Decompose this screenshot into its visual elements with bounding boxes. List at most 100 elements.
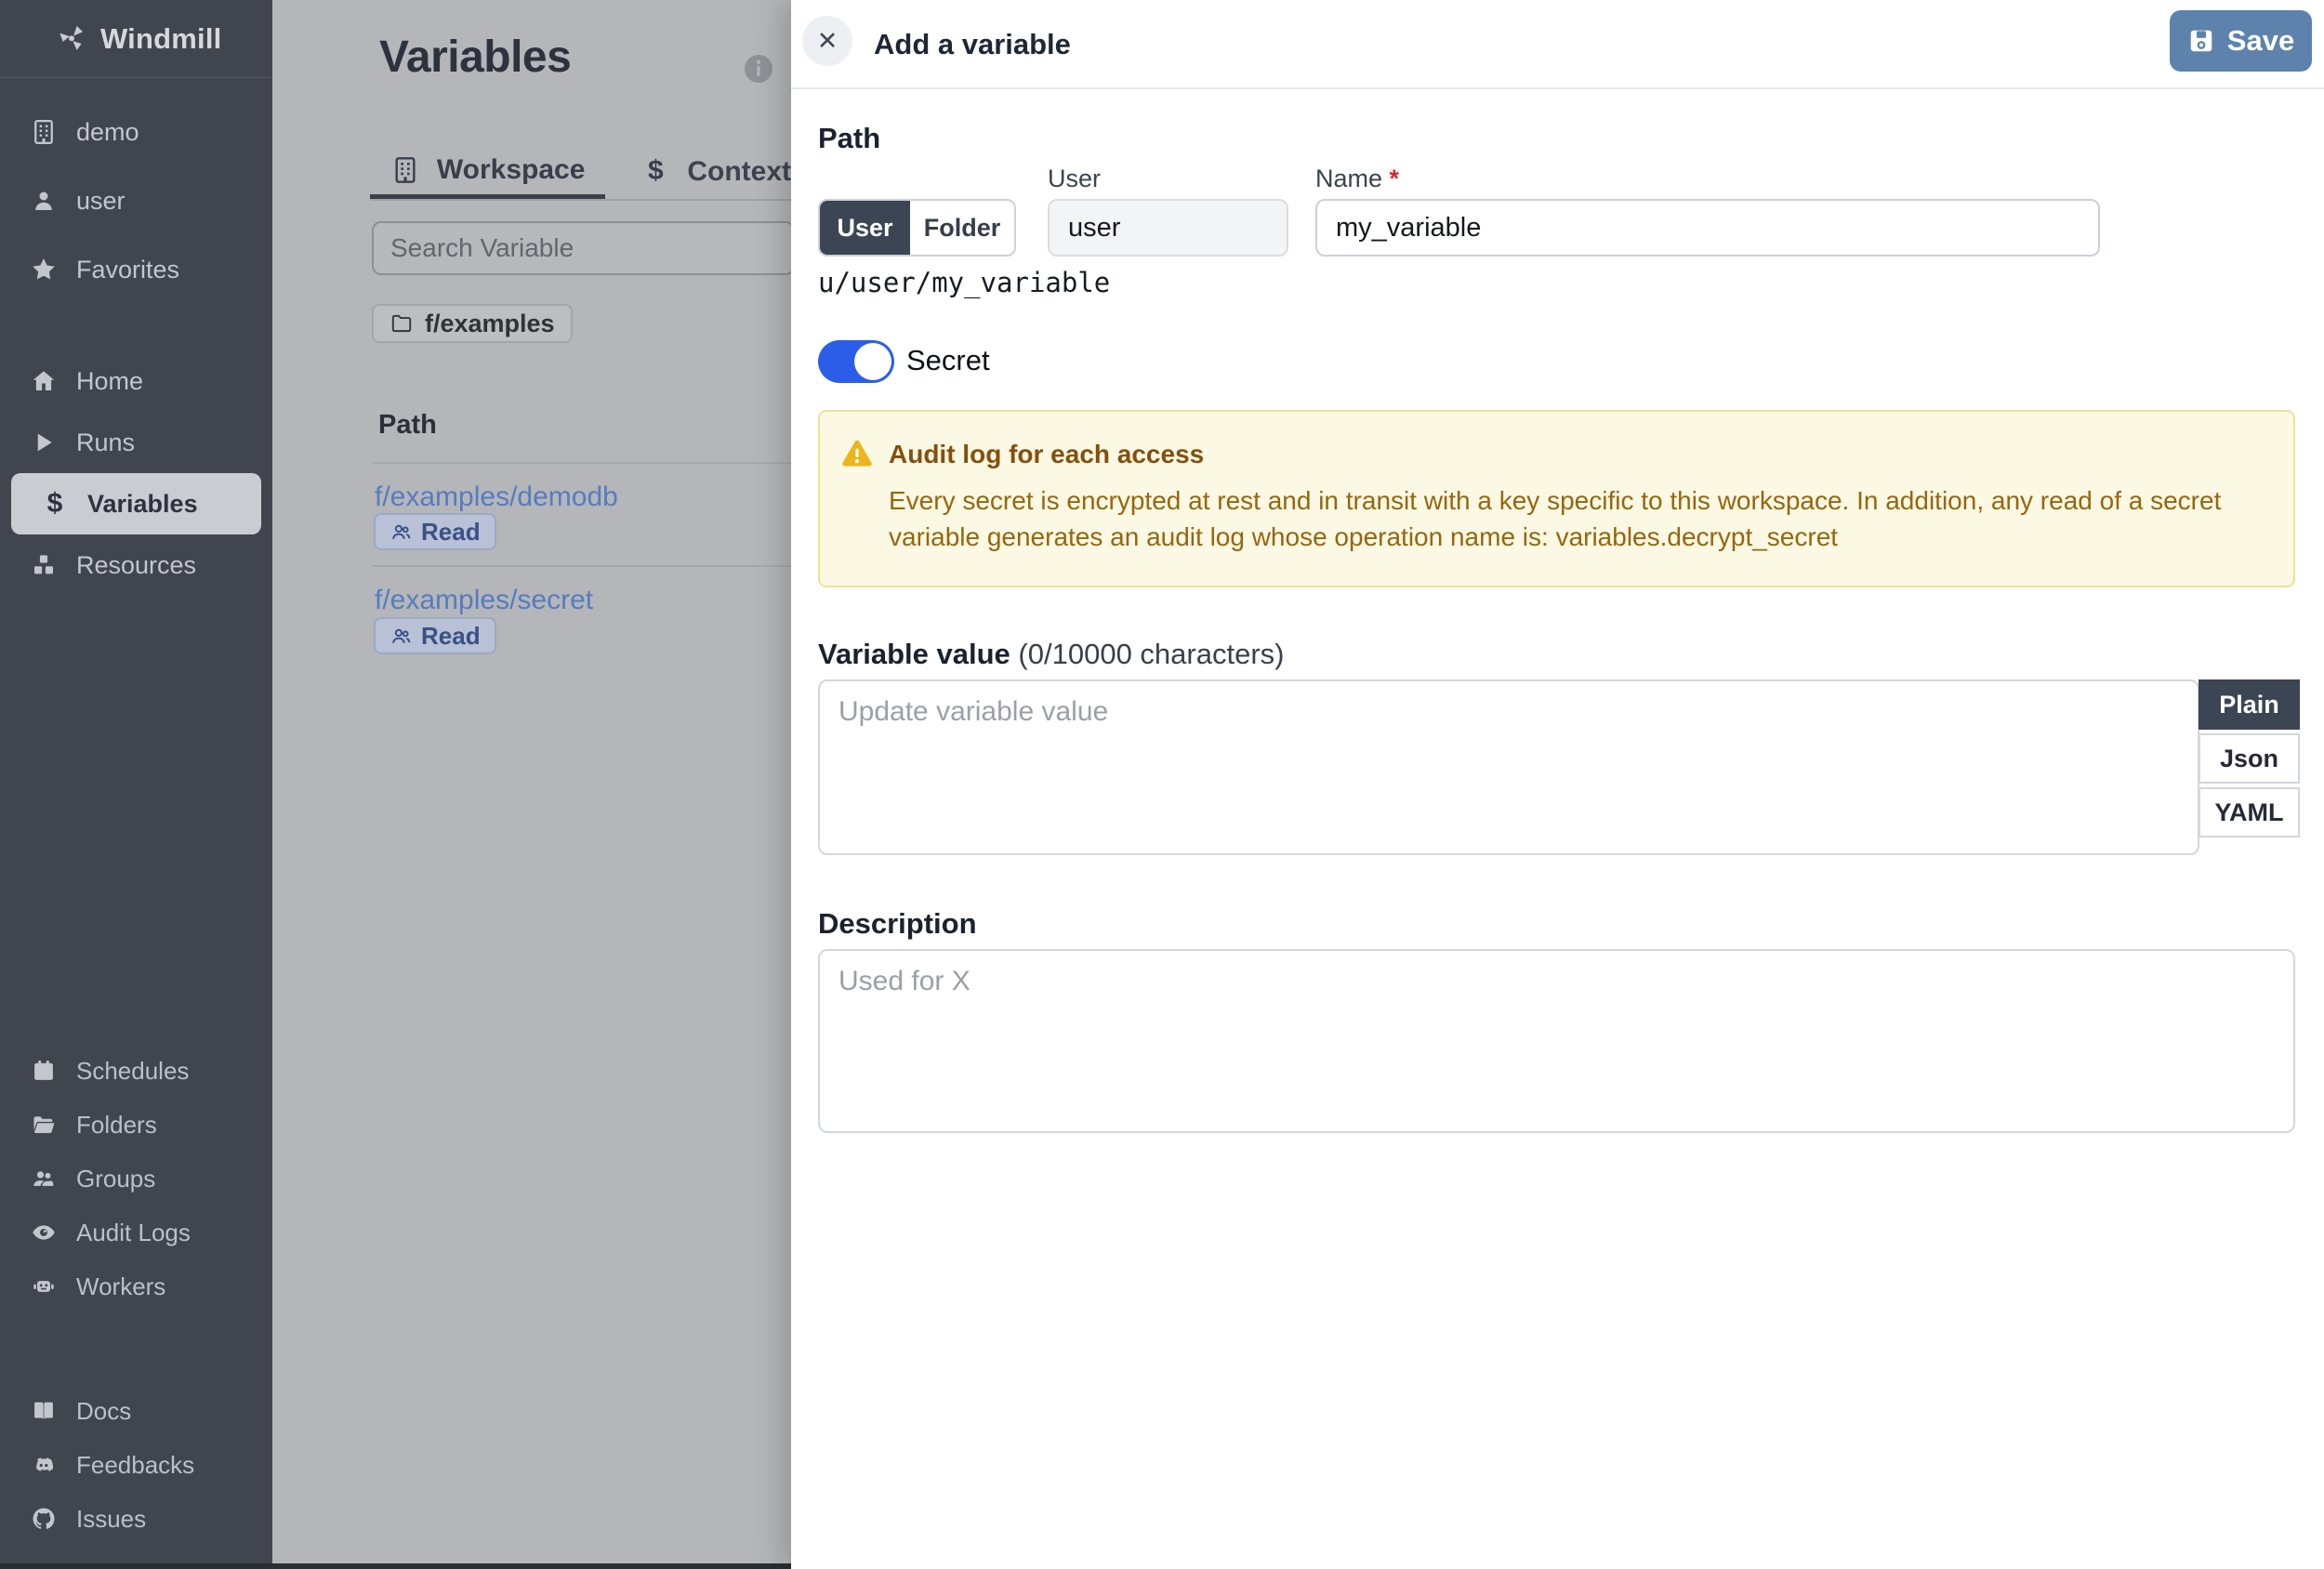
sidebar-item-resources[interactable]: Resources [0,534,272,596]
sidebar-item-variables[interactable]: $ Variables [11,473,261,534]
sidebar-admin-group: Schedules Folders Groups Audit Logs Work… [0,1044,272,1313]
table-column-header: Path [378,410,437,440]
users-icon [390,625,413,648]
sidebar-item-groups[interactable]: Groups [0,1152,272,1206]
sidebar-item-label: Favorites [76,255,180,283]
add-variable-drawer: ✕ Add a variable Save Path User Name * U… [791,0,2324,1569]
format-tab-yaml[interactable]: YAML [2199,787,2300,837]
dollar-icon: $ [46,488,63,519]
sidebar-item-label: Audit Logs [76,1218,191,1246]
folder-open-icon [30,1111,58,1139]
calendar-icon [30,1057,58,1085]
drawer-title: Add a variable [874,28,1071,60]
dollar-icon: $ [647,155,664,186]
full-path-preview: u/user/my_variable [818,267,1111,298]
building-icon [390,155,420,185]
badge-label: Read [421,621,481,650]
owner-folder-segment[interactable]: Folder [910,201,1014,255]
sidebar-item-label: Home [76,366,144,395]
owner-type-toggle: User Folder [818,199,1016,257]
sidebar-item-label: Docs [76,1396,132,1425]
github-icon [30,1505,58,1533]
read-permission-badge[interactable]: Read [374,617,496,654]
brand-name: Windmill [100,21,222,55]
variable-path-link[interactable]: f/examples/demodb [375,481,618,513]
save-icon [2187,27,2215,55]
windmill-app: Windmill demo user Favorites Home Runs $… [0,0,2324,1569]
secret-toggle[interactable] [818,340,894,383]
sidebar-item-docs[interactable]: Docs [0,1384,272,1438]
value-format-tabs: Plain Json YAML [2199,679,2300,837]
sidebar-item-label: Variables [87,489,198,518]
sidebar-item-user[interactable]: user [0,166,272,235]
sidebar-item-feedbacks[interactable]: Feedbacks [0,1438,272,1492]
path-section-heading: Path [818,122,881,154]
sidebar-item-workers[interactable]: Workers [0,1259,272,1313]
variables-tabs: Workspace $ Context [370,145,791,201]
sidebar-item-label: Workers [76,1272,166,1300]
save-button[interactable]: Save [2170,10,2312,72]
tab-label: Context [687,156,791,187]
audit-warning-alert: Audit log for each access Every secret i… [818,410,2295,587]
variable-name-input[interactable] [1315,199,2100,257]
folder-chip-label: f/examples [425,309,555,337]
variable-value-textarea[interactable] [818,679,2199,855]
sidebar-item-label: Schedules [76,1056,190,1085]
warning-body: Every secret is encrypted at rest and in… [889,486,2222,551]
building-icon [30,118,58,146]
row-divider [372,462,791,464]
tab-context[interactable]: $ Context [605,145,791,199]
play-icon [30,429,58,456]
owner-user-segment[interactable]: User [820,201,910,255]
drawer-header: ✕ Add a variable Save [791,0,2324,89]
format-tab-json[interactable]: Json [2199,733,2300,784]
sidebar-nav-group: Home Runs $ Variables Resources [0,350,272,596]
warning-title: Audit log for each access [889,440,1205,468]
sidebar-workspace-group: demo user Favorites [0,98,272,304]
discord-icon [30,1451,58,1479]
sidebar-item-label: Groups [76,1164,156,1193]
tab-workspace[interactable]: Workspace [370,145,606,199]
sidebar-item-label: Feedbacks [76,1450,195,1479]
warning-icon [839,436,875,471]
sidebar-item-issues[interactable]: Issues [0,1492,272,1546]
folder-filter-chip[interactable]: f/examples [372,304,573,343]
sidebar-item-runs[interactable]: Runs [0,412,272,473]
page-title: Variables [379,33,572,82]
variable-value-heading: Variable value (0/10000 characters) [818,638,1284,671]
windmill-logo-icon [56,23,87,55]
sidebar-item-folders[interactable]: Folders [0,1098,272,1152]
read-permission-badge[interactable]: Read [374,513,496,550]
users-icon [390,521,413,544]
sidebar-item-label: Resources [76,550,197,579]
eye-icon [30,1219,58,1246]
name-field-label: Name * [1315,165,1400,192]
secret-toggle-label: Secret [906,344,990,376]
owner-user-input[interactable] [1048,199,1288,257]
format-tab-plain[interactable]: Plain [2199,679,2300,730]
sidebar-item-home[interactable]: Home [0,350,272,412]
star-icon [30,256,58,283]
info-icon[interactable] [742,52,775,86]
sidebar-item-favorites[interactable]: Favorites [0,235,272,304]
variable-value-title: Variable value [818,638,1010,670]
sidebar-item-demo[interactable]: demo [0,98,272,166]
search-input[interactable] [372,221,791,275]
required-asterisk: * [1389,165,1400,192]
character-counter: (0/10000 characters) [1010,638,1285,670]
sidebar-item-schedules[interactable]: Schedules [0,1044,272,1098]
description-heading: Description [818,907,977,940]
description-textarea[interactable] [818,949,2295,1133]
close-icon[interactable]: ✕ [802,16,852,66]
brand-logo[interactable]: Windmill [0,0,272,78]
row-divider [372,565,791,567]
variable-path-link[interactable]: f/examples/secret [375,585,593,616]
sidebar-item-audit-logs[interactable]: Audit Logs [0,1206,272,1259]
person-icon [30,187,58,215]
users-gear-icon [30,1165,58,1193]
toggle-knob [854,343,891,380]
sidebar-footer-group: Docs Feedbacks Issues [0,1384,272,1546]
sidebar-item-label: Runs [76,428,136,456]
book-icon [30,1397,58,1425]
sidebar-item-label: demo [76,117,139,146]
